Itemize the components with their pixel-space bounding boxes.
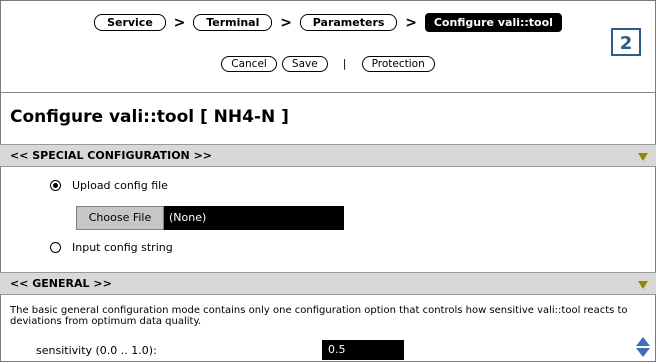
breadcrumb-terminal[interactable]: Terminal <box>193 14 273 31</box>
sensitivity-input[interactable]: 0.5 <box>322 340 404 360</box>
save-button[interactable]: Save <box>281 55 328 72</box>
scroll-spinner[interactable] <box>636 337 650 359</box>
section-header-general[interactable]: << GENERAL >> <box>0 272 656 295</box>
radio-selected-icon[interactable] <box>50 179 61 191</box>
breadcrumb-separator: > <box>280 14 292 31</box>
collapse-triangle-icon[interactable] <box>638 153 648 161</box>
protection-button[interactable]: Protection <box>361 55 435 72</box>
upload-config-label: Upload config file <box>72 179 168 192</box>
cancel-button[interactable]: Cancel <box>221 55 277 72</box>
section-label: << SPECIAL CONFIGURATION >> <box>10 149 213 162</box>
arrow-down-icon[interactable] <box>636 348 650 357</box>
upload-config-option[interactable]: Upload config file <box>50 179 168 192</box>
step-badge: 2 <box>611 28 641 56</box>
breadcrumb-separator: > <box>405 14 417 31</box>
breadcrumb-separator: > <box>173 14 186 31</box>
file-name-value: (None) <box>169 211 207 224</box>
radio-unselected-icon[interactable] <box>50 241 61 253</box>
input-config-option[interactable]: Input config string <box>50 241 173 254</box>
page-title: Configure vali::tool [ NH4-N ] <box>10 107 289 127</box>
file-input[interactable]: Choose File (None) <box>76 206 344 230</box>
choose-file-button[interactable]: Choose File <box>76 206 164 230</box>
collapse-triangle-icon[interactable] <box>638 281 648 289</box>
sensitivity-label: sensitivity (0.0 .. 1.0): <box>36 344 157 357</box>
section-header-special[interactable]: << SPECIAL CONFIGURATION >> <box>0 144 656 167</box>
breadcrumb-service[interactable]: Service <box>94 14 166 31</box>
breadcrumb: Service > Terminal > Parameters > Config… <box>0 13 656 32</box>
arrow-up-icon[interactable] <box>636 337 650 346</box>
action-divider: | <box>342 57 347 70</box>
breadcrumb-parameters[interactable]: Parameters <box>299 14 398 31</box>
section-label: << GENERAL >> <box>10 277 112 290</box>
input-config-label: Input config string <box>72 241 173 254</box>
general-description: The basic general configuration mode con… <box>10 305 628 327</box>
header-divider <box>0 92 656 93</box>
breadcrumb-current: Configure vali::tool <box>424 13 562 32</box>
action-bar: Cancel Save | Protection <box>0 53 656 72</box>
